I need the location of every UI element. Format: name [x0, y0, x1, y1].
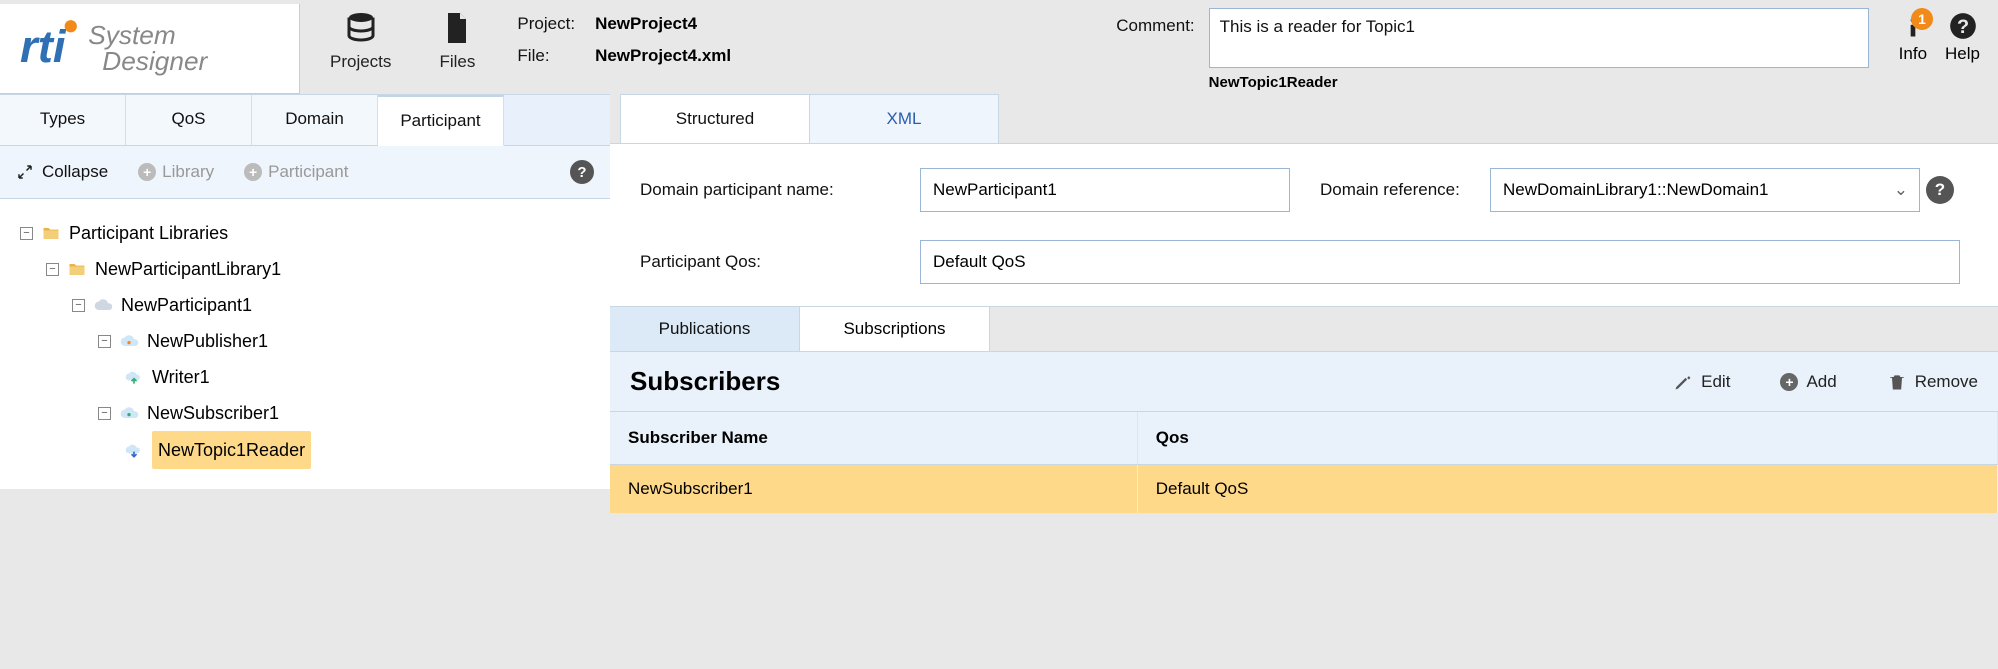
tree-reader[interactable]: NewTopic1Reader [152, 431, 311, 469]
plus-icon: + [1780, 373, 1798, 391]
dp-name-input[interactable] [920, 168, 1290, 212]
tree-publisher[interactable]: NewPublisher1 [147, 323, 268, 359]
sidebar-help-button[interactable]: ? [570, 160, 594, 184]
svg-text:?: ? [1956, 16, 1968, 38]
file-label: File: [517, 46, 575, 66]
app-header: rti System Designer Projects Files Proje… [0, 0, 1998, 94]
projects-button[interactable]: Projects [330, 10, 391, 72]
participant-form: Domain participant name: Domain referenc… [610, 144, 1998, 306]
trash-icon [1887, 372, 1907, 392]
folder-icon [67, 259, 87, 279]
tree-toggle[interactable]: − [20, 227, 33, 240]
pqos-label: Participant Qos: [640, 252, 920, 272]
tree-root[interactable]: Participant Libraries [69, 215, 228, 251]
database-icon [343, 10, 379, 46]
rti-logo-icon: rti System Designer [12, 14, 287, 84]
subscribers-header: Subscribers Edit + Add Remove [610, 352, 1998, 412]
editor-tabs: Structured XML [610, 94, 1998, 144]
add-library-button[interactable]: + Library [138, 162, 214, 182]
collapse-icon [16, 163, 34, 181]
tree-participant[interactable]: NewParticipant1 [121, 287, 252, 323]
participant-tree: − Participant Libraries − NewParticipant… [0, 199, 610, 489]
cloud-icon [93, 295, 113, 315]
publisher-icon [119, 331, 139, 351]
cell-subscriber-name: NewSubscriber1 [610, 465, 1137, 514]
collapse-button[interactable]: Collapse [16, 162, 108, 182]
tab-xml[interactable]: XML [809, 94, 999, 143]
col-qos[interactable]: Qos [1137, 412, 1997, 465]
comment-input[interactable]: This is a reader for Topic1 [1209, 8, 1869, 68]
tree-library[interactable]: NewParticipantLibrary1 [95, 251, 281, 287]
plus-icon: + [244, 163, 262, 181]
tab-structured[interactable]: Structured [620, 94, 810, 143]
tab-domain[interactable]: Domain [252, 95, 378, 145]
subscribers-table: Subscriber Name Qos NewSubscriber1 Defau… [610, 412, 1998, 513]
folder-icon [41, 223, 61, 243]
tree-toggle[interactable]: − [98, 407, 111, 420]
info-badge: 1 [1911, 8, 1933, 30]
tab-qos[interactable]: QoS [126, 95, 252, 145]
tab-subscriptions[interactable]: Subscriptions [800, 307, 990, 351]
plus-icon: + [138, 163, 156, 181]
project-label: Project: [517, 14, 575, 34]
pubsub-tabs: Publications Subscriptions [610, 306, 1998, 352]
sidebar-tabs: Types QoS Domain Participant [0, 94, 610, 146]
dr-label: Domain reference: [1290, 180, 1490, 200]
sidebar-toolbar: Collapse + Library + Participant ? [0, 146, 610, 199]
tab-participant[interactable]: Participant [378, 95, 504, 146]
col-subscriber-name[interactable]: Subscriber Name [610, 412, 1137, 465]
remove-button[interactable]: Remove [1887, 372, 1978, 392]
cell-qos: Default QoS [1137, 465, 1997, 514]
files-button[interactable]: Files [427, 10, 487, 72]
tab-types[interactable]: Types [0, 95, 126, 145]
help-header-button[interactable]: ? Help [1945, 12, 1980, 64]
info-button[interactable]: 1 Info [1899, 12, 1927, 64]
table-row[interactable]: NewSubscriber1 Default QoS [610, 465, 1998, 514]
project-file-info: Project: NewProject4 File: NewProject4.x… [517, 4, 731, 66]
project-value: NewProject4 [595, 14, 731, 34]
file-icon [439, 10, 475, 46]
add-participant-button[interactable]: + Participant [244, 162, 348, 182]
tree-toggle[interactable]: − [46, 263, 59, 276]
svg-text:rti: rti [20, 21, 67, 72]
subscriber-icon [119, 403, 139, 423]
participant-qos-input[interactable] [920, 240, 1960, 284]
form-help-button[interactable]: ? [1926, 176, 1954, 204]
svg-text:Designer: Designer [102, 46, 208, 76]
pencil-icon [1673, 372, 1693, 392]
domain-reference-select[interactable] [1490, 168, 1920, 212]
section-title: Subscribers [630, 366, 780, 397]
comment-label: Comment: [1116, 8, 1194, 36]
edit-button[interactable]: Edit [1673, 372, 1730, 392]
tab-publications[interactable]: Publications [610, 307, 800, 351]
tree-subscriber[interactable]: NewSubscriber1 [147, 395, 279, 431]
tree-writer[interactable]: Writer1 [152, 359, 210, 395]
dp-name-label: Domain participant name: [640, 180, 920, 200]
help-icon: ? [1949, 12, 1977, 40]
logo: rti System Designer [0, 4, 300, 94]
tree-toggle[interactable]: − [98, 335, 111, 348]
add-button[interactable]: + Add [1780, 372, 1836, 392]
writer-icon [124, 367, 144, 387]
comment-caption: NewTopic1Reader [1209, 74, 1869, 91]
reader-icon [124, 440, 144, 460]
file-value: NewProject4.xml [595, 46, 731, 66]
tree-toggle[interactable]: − [72, 299, 85, 312]
